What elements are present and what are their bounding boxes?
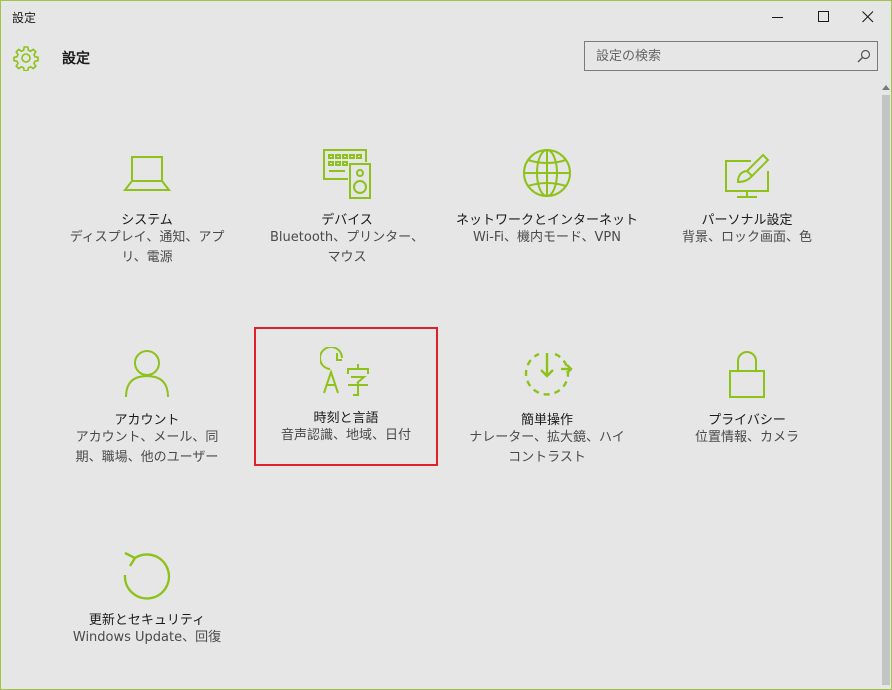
tile-ease-of-access[interactable]: 簡単操作 ナレーター、拡大鏡、ハイコントラスト [456, 349, 638, 483]
tile-name: ネットワークとインターネット [456, 213, 639, 228]
tile-description: 音声認識、地域、日付 [280, 428, 411, 443]
minimize-button[interactable] [755, 1, 801, 33]
devices-icon [323, 149, 371, 199]
lock-icon [729, 351, 765, 398]
globe-icon [523, 149, 571, 197]
tile-accounts[interactable]: アカウント アカウント、メール、同期、職場、他のユーザー [56, 349, 238, 483]
search-box[interactable] [584, 41, 878, 71]
tile-description: アカウント、メール、同期、職場、他のユーザー [75, 430, 219, 465]
tile-description: ディスプレイ、通知、アプリ、電源 [69, 230, 225, 265]
maximize-icon [818, 11, 829, 22]
tile-description: 位置情報、カメラ [694, 430, 799, 445]
maximize-button[interactable] [801, 1, 847, 33]
tile-time-language[interactable]: 時刻と言語 音声認識、地域、日付 [254, 327, 438, 466]
time-language-icon [320, 347, 369, 396]
ease-of-access-icon [524, 352, 573, 396]
tile-name: デバイス [321, 213, 373, 228]
tile-devices[interactable]: デバイス Bluetooth、プリンター、マウス [256, 149, 438, 283]
tile-name: プライバシー [708, 413, 786, 428]
tile-system[interactable]: システム ディスプレイ、通知、アプリ、電源 [56, 149, 238, 283]
close-button[interactable] [845, 1, 891, 33]
minimize-icon [772, 17, 783, 18]
tile-description: Bluetooth、プリンター、マウス [270, 230, 424, 265]
tile-update-security[interactable]: 更新とセキュリティ Windows Update、回復 [56, 549, 238, 683]
gear-icon [13, 46, 39, 71]
tile-description: ナレーター、拡大鏡、ハイコントラスト [469, 430, 625, 465]
tile-description: Wi-Fi、機内モード、VPN [473, 230, 621, 245]
person-icon [125, 350, 169, 398]
tile-privacy[interactable]: プライバシー 位置情報、カメラ [656, 349, 838, 483]
tile-description: Windows Update、回復 [72, 630, 222, 645]
tile-name: システム [121, 213, 173, 228]
tile-name: 更新とセキュリティ [88, 613, 206, 628]
title-bar[interactable]: 設定 [1, 1, 891, 33]
page-title: 設定 [62, 51, 90, 67]
search-input[interactable] [585, 42, 845, 70]
search-icon[interactable] [857, 49, 871, 63]
vertical-scrollbar[interactable] [880, 81, 891, 689]
refresh-icon [123, 551, 171, 600]
laptop-icon [122, 156, 172, 191]
tile-name: アカウント [114, 413, 180, 428]
window-title: 設定 [12, 11, 37, 25]
tile-name: 時刻と言語 [313, 411, 379, 426]
close-icon [862, 11, 874, 23]
tile-name: パーソナル設定 [701, 213, 793, 228]
paint-icon [725, 153, 770, 198]
settings-window: 設定 設定 シ [0, 0, 892, 690]
tile-personalization[interactable]: パーソナル設定 背景、ロック画面、色 [656, 149, 838, 283]
tile-description: 背景、ロック画面、色 [681, 230, 812, 245]
tile-network[interactable]: ネットワークとインターネット Wi-Fi、機内モード、VPN [456, 149, 638, 283]
tile-name: 簡単操作 [520, 413, 573, 428]
scroll-up-arrow-icon[interactable] [882, 85, 890, 90]
scroll-thumb[interactable] [882, 95, 890, 685]
